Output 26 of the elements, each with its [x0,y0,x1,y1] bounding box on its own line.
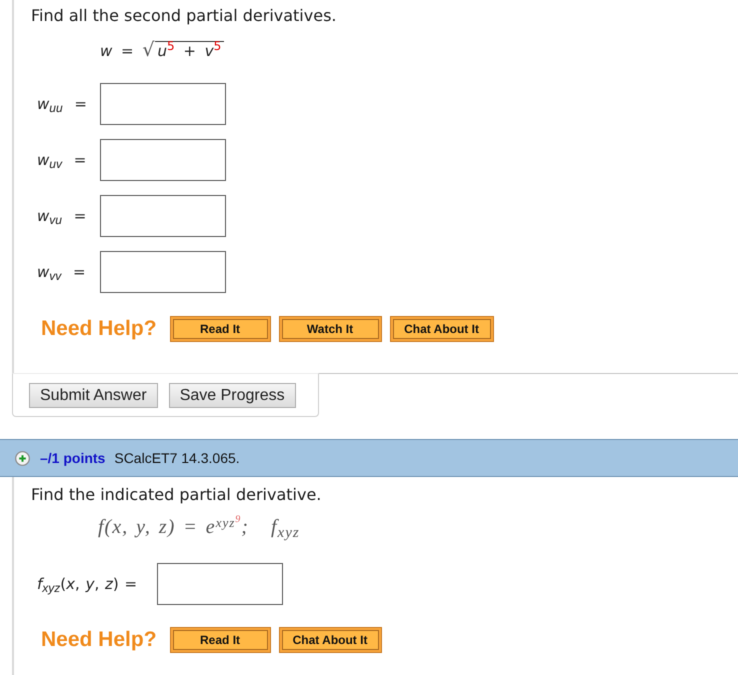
question-prompt: Find the indicated partial derivative. [31,485,322,505]
action-button[interactable]: Save Progress [168,383,296,408]
answer-label: w$_{uu}$ = [36,94,88,116]
need-help-label: Need Help? [41,316,157,342]
help-button[interactable]: Read It [170,316,271,342]
points-label: –/1 points [40,448,106,468]
answer-field[interactable] [100,139,226,181]
action-button[interactable]: Submit Answer [29,383,158,408]
help-button[interactable]: Watch It [278,316,382,342]
answer-field[interactable] [157,563,283,605]
answer-label: w$_{vu}$ = [36,206,88,228]
help-button[interactable]: Read It [170,627,271,653]
question-prompt: Find all the second partial derivatives. [31,6,338,26]
expand-plus-icon[interactable] [15,450,30,466]
equation: w = √u$^{5}$ + v$^{5}$ [100,39,224,62]
answer-label: w$_{vv}$ = [36,262,87,284]
answer-field[interactable] [100,83,226,125]
help-button[interactable]: Chat About It [390,316,494,342]
need-help-label: Need Help? [41,627,157,653]
answer-field[interactable] [100,195,226,237]
answer-label: f$_{xyz}$(x, y, z) = [36,574,138,596]
answer-label: w$_{uv}$ = [36,150,88,172]
equation: f(x, y, z) = e$^{xyz}$$^{9}$; f$_{xyz}$ [98,514,300,540]
help-button[interactable]: Chat About It [278,627,382,653]
answer-field[interactable] [100,251,226,293]
problem-reference: SCalcET7 14.3.065. [114,448,240,468]
